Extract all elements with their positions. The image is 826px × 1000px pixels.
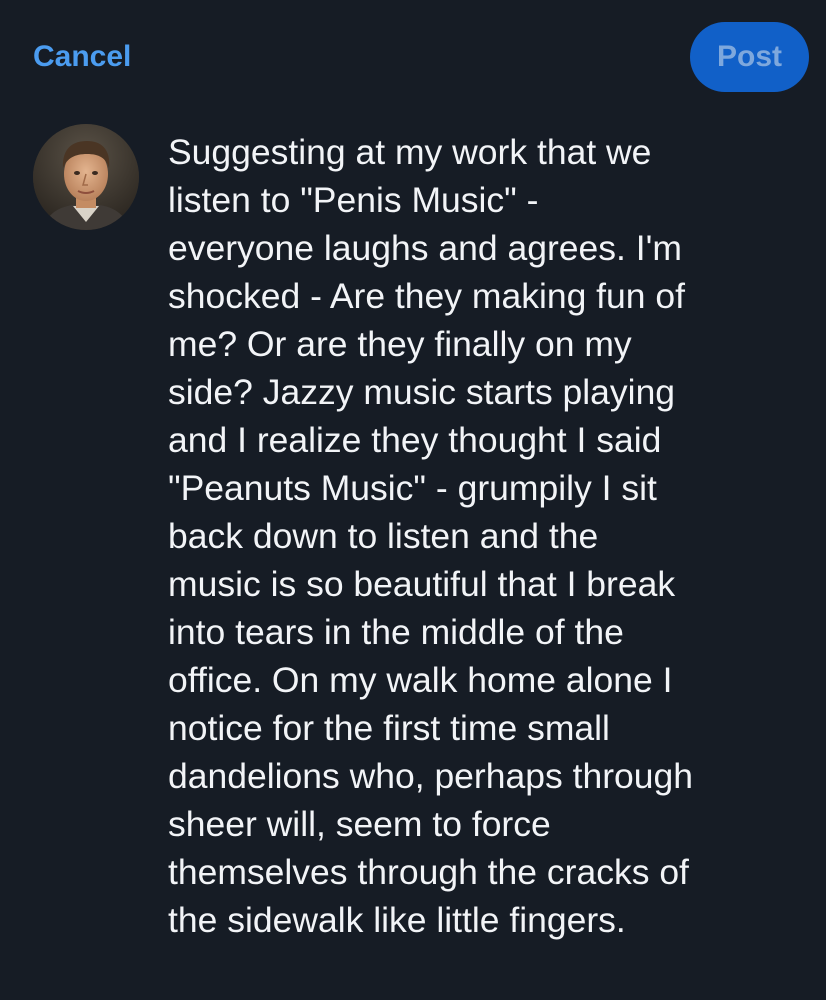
cancel-button[interactable]: Cancel [33, 38, 131, 76]
compose-post-screen: Cancel Post Suggesting at my work that w… [0, 0, 826, 1000]
user-avatar-image [33, 124, 139, 230]
avatar [33, 124, 139, 230]
post-text-input[interactable]: Suggesting at my work that we listen to … [168, 128, 798, 944]
post-button[interactable]: Post [690, 22, 809, 92]
